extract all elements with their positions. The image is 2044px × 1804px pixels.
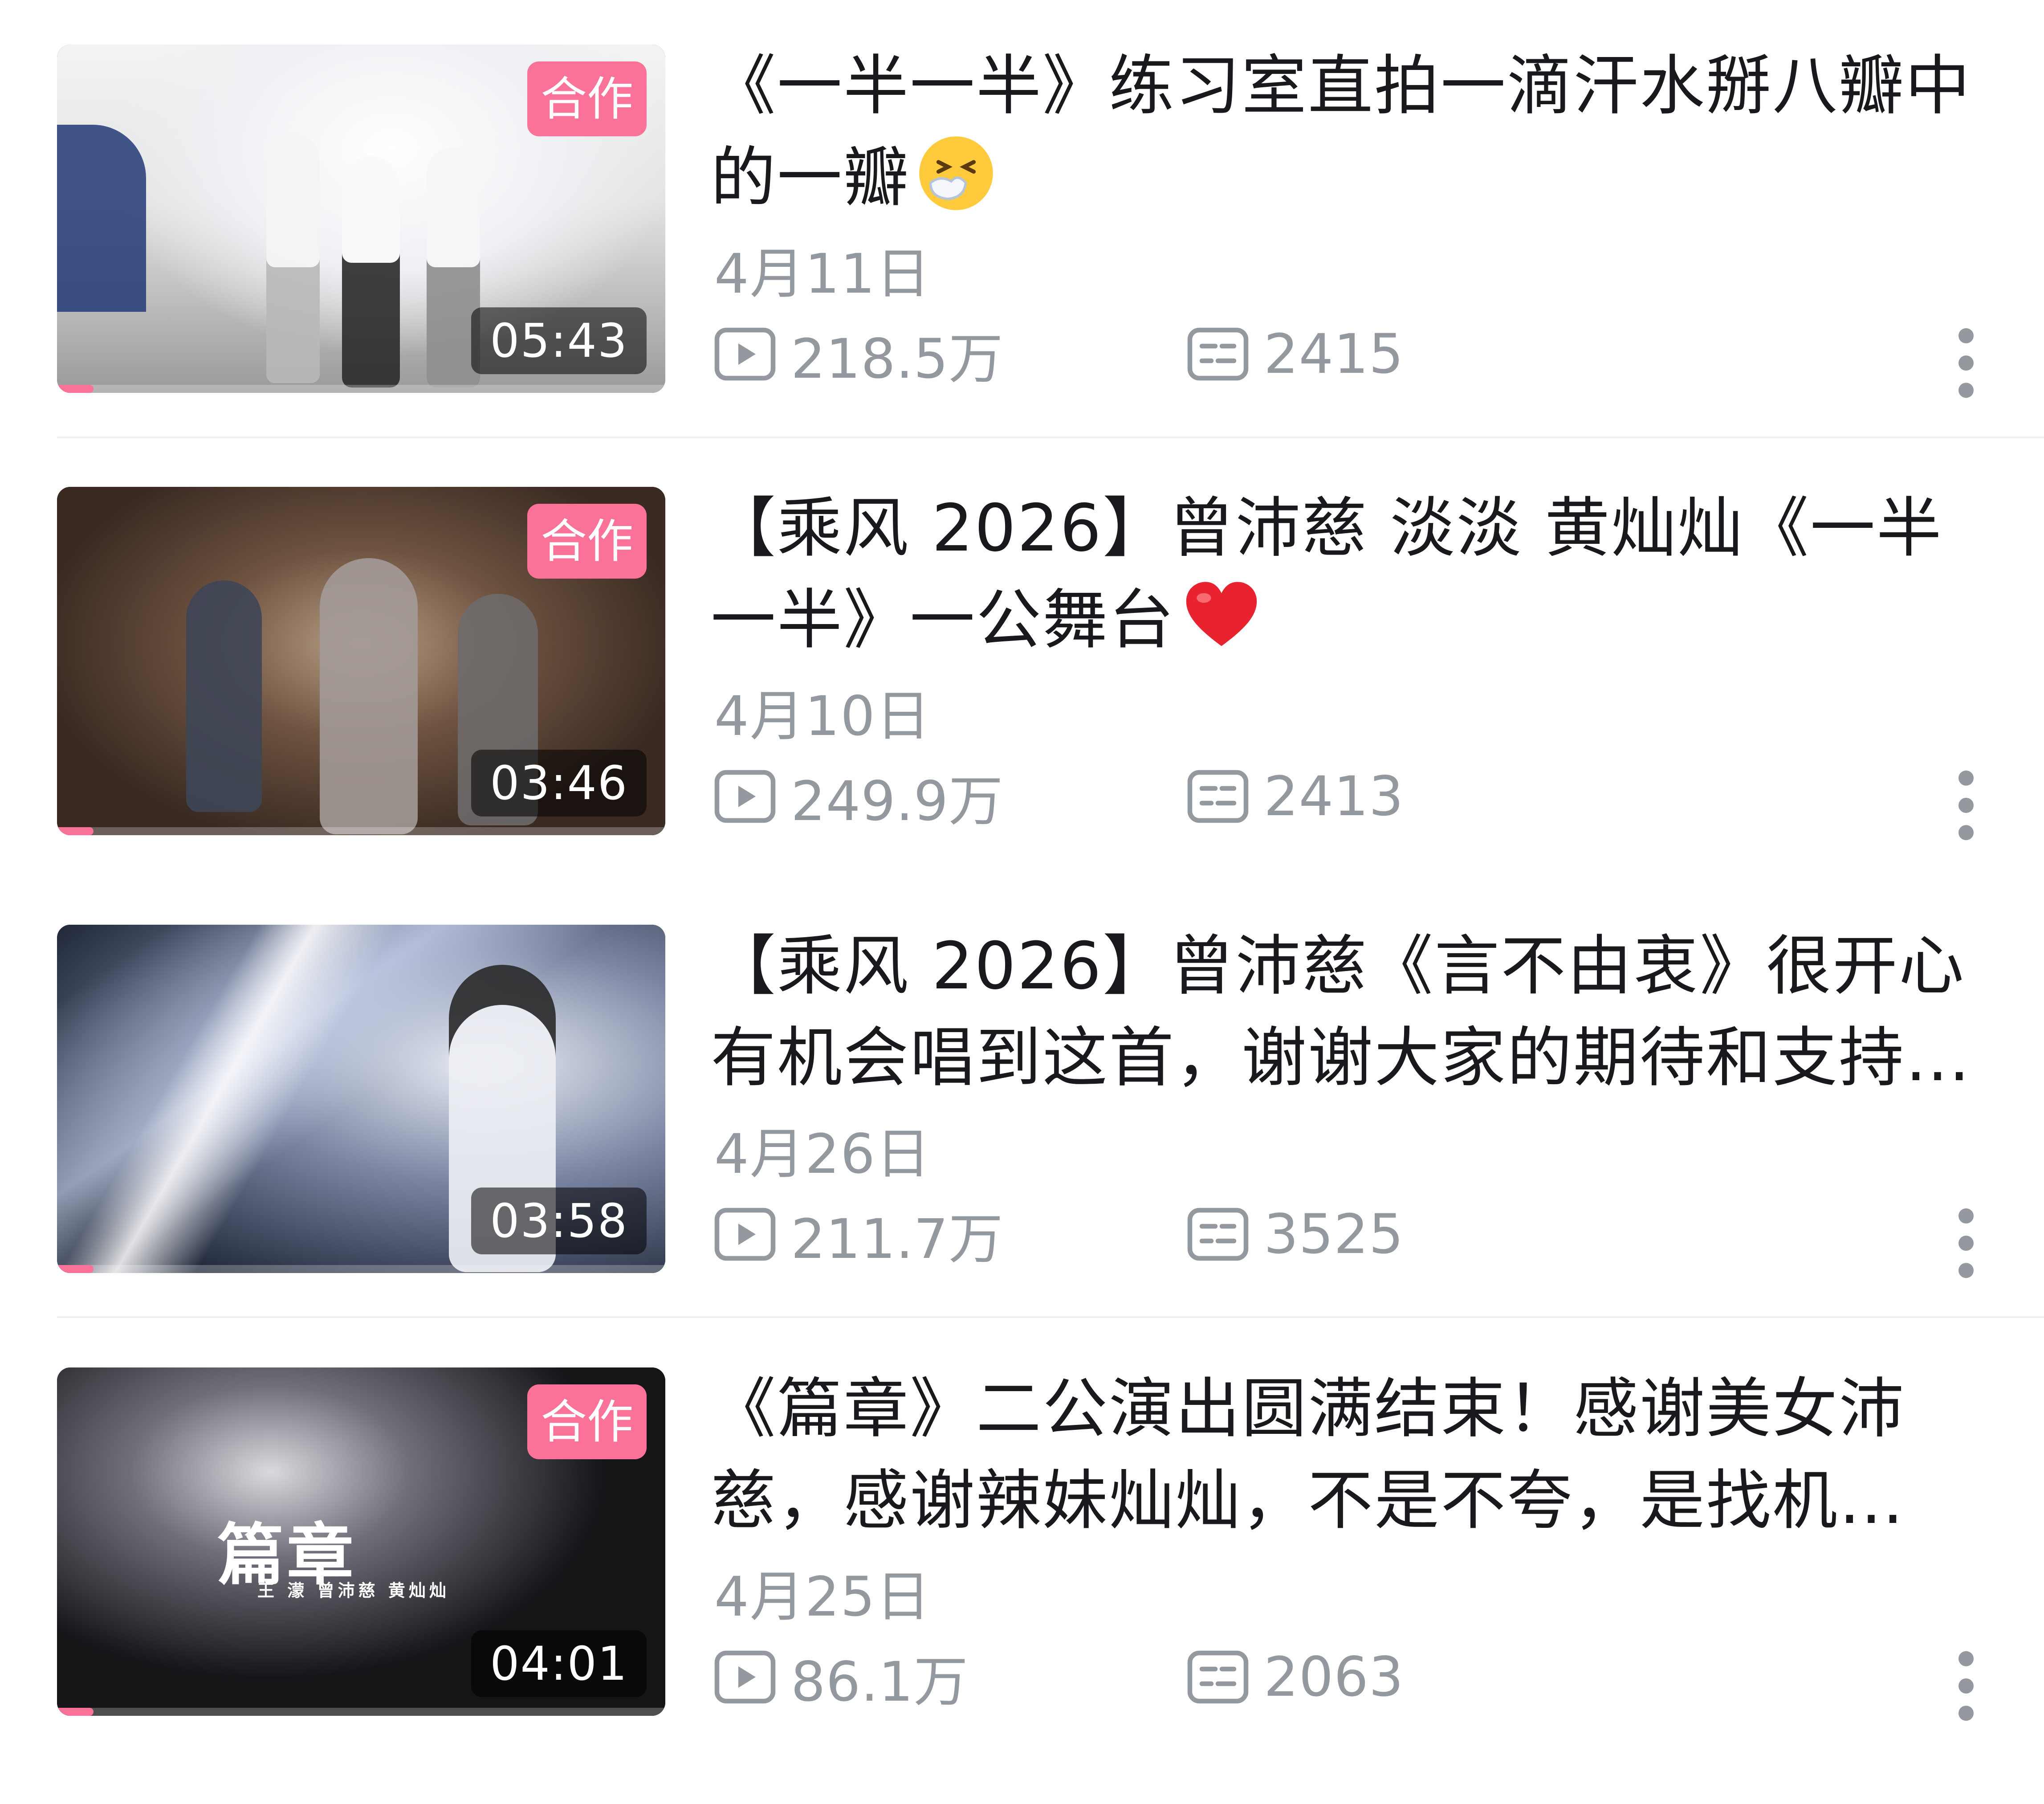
upload-date: 4月10日 — [714, 685, 931, 748]
watch-progress-bar — [57, 827, 665, 835]
performer-figure — [342, 156, 400, 388]
divider — [57, 437, 2044, 438]
upload-date: 4月11日 — [714, 242, 931, 306]
upload-date: 4月25日 — [714, 1565, 931, 1628]
video-title-text: 【乘风 2026】曾沛慈 淡淡 黄灿灿《一半一半》一公舞台 — [711, 490, 1943, 658]
play-icon — [714, 327, 776, 381]
more-vertical-icon[interactable] — [1950, 767, 1982, 843]
performer-figure — [186, 580, 262, 812]
performer-figure — [320, 558, 418, 834]
view-count-text: 249.9万 — [791, 769, 1004, 833]
video-thumbnail[interactable]: 篇章 王 濛 曾沛慈 黄灿灿 合作 04:01 — [57, 1367, 665, 1716]
danmaku-count: 2063 — [1185, 1644, 1404, 1710]
set-wall-decoration — [57, 125, 146, 312]
video-item[interactable]: 合作 03:46 【乘风 2026】曾沛慈 淡淡 黄灿灿《一半一半》一公舞台 4… — [0, 482, 2044, 923]
video-item[interactable]: 03:58 【乘风 2026】曾沛慈《言不由衷》很开心有机会唱到这首，谢谢大家的… — [0, 920, 2044, 1361]
play-icon — [714, 770, 776, 823]
red-heart-emoji — [1186, 582, 1257, 646]
duration-label: 03:58 — [471, 1188, 647, 1254]
danmaku-count-text: 2413 — [1264, 765, 1404, 828]
danmaku-icon — [1187, 770, 1249, 823]
watch-progress-bar — [57, 1265, 665, 1273]
watch-progress-fill — [57, 827, 94, 835]
watch-progress-fill — [57, 385, 94, 393]
duration-label: 05:43 — [471, 307, 647, 374]
duration-label: 04:01 — [471, 1630, 647, 1697]
video-title[interactable]: 《篇章》二公演出圆满结束！感谢美女沛慈，感谢辣妹灿灿，不是不夸，是找机… — [711, 1363, 1980, 1547]
danmaku-icon — [1187, 327, 1249, 381]
video-thumbnail[interactable]: 合作 03:46 — [57, 487, 665, 835]
danmaku-count-text: 2063 — [1264, 1645, 1404, 1709]
divider — [57, 1316, 2044, 1318]
video-title-text: 《一半一半》练习室直拍一滴汗水掰八瓣中的一瓣 — [711, 48, 1971, 216]
view-count-text: 211.7万 — [791, 1207, 1004, 1271]
danmaku-count: 3525 — [1185, 1201, 1404, 1268]
play-icon — [714, 1208, 776, 1261]
sneezing-face-emoji — [919, 136, 993, 210]
duration-label: 03:46 — [471, 750, 647, 816]
watch-progress-bar — [57, 1708, 665, 1716]
view-count-text: 218.5万 — [791, 327, 1004, 391]
danmaku-count-text: 3525 — [1264, 1203, 1404, 1266]
view-count: 86.1万 — [712, 1644, 969, 1714]
watch-progress-fill — [57, 1265, 94, 1273]
video-title-text: 【乘风 2026】曾沛慈《言不由衷》很开心有机会唱到这首，谢谢大家的期待和支持… — [711, 928, 1971, 1096]
video-title-text: 《篇章》二公演出圆满结束！感谢美女沛慈，感谢辣妹灿灿，不是不夸，是找机… — [711, 1371, 1905, 1539]
poster-names: 王 濛 曾沛慈 黄灿灿 — [257, 1581, 450, 1600]
video-thumbnail[interactable]: 合作 05:43 — [57, 45, 665, 393]
collab-badge: 合作 — [527, 1384, 647, 1459]
watch-progress-fill — [57, 1708, 94, 1716]
danmaku-icon — [1187, 1650, 1249, 1704]
danmaku-count: 2413 — [1185, 763, 1404, 830]
view-count: 211.7万 — [712, 1201, 1003, 1271]
upload-date: 4月26日 — [714, 1122, 931, 1186]
video-title[interactable]: 【乘风 2026】曾沛慈《言不由衷》很开心有机会唱到这首，谢谢大家的期待和支持… — [711, 920, 1980, 1104]
view-count-text: 86.1万 — [791, 1650, 969, 1714]
view-count: 249.9万 — [712, 763, 1003, 833]
danmaku-count: 2415 — [1185, 321, 1404, 388]
video-thumbnail[interactable]: 03:58 — [57, 925, 665, 1273]
more-vertical-icon[interactable] — [1950, 325, 1982, 401]
video-title[interactable]: 【乘风 2026】曾沛慈 淡淡 黄灿灿《一半一半》一公舞台 — [711, 482, 1980, 666]
video-item[interactable]: 篇章 王 濛 曾沛慈 黄灿灿 合作 04:01 《篇章》二公演出圆满结束！感谢美… — [0, 1363, 2044, 1804]
video-title[interactable]: 《一半一半》练习室直拍一滴汗水掰八瓣中的一瓣 — [711, 40, 1980, 224]
watch-progress-bar — [57, 385, 665, 393]
collab-badge: 合作 — [527, 504, 647, 579]
danmaku-icon — [1187, 1208, 1249, 1261]
view-count: 218.5万 — [712, 321, 1003, 391]
collab-badge: 合作 — [527, 61, 647, 136]
video-list: 合作 05:43 《一半一半》练习室直拍一滴汗水掰八瓣中的一瓣 4月11日 21… — [0, 0, 2044, 1752]
more-vertical-icon[interactable] — [1950, 1205, 1982, 1281]
video-item[interactable]: 合作 05:43 《一半一半》练习室直拍一滴汗水掰八瓣中的一瓣 4月11日 21… — [0, 40, 2044, 481]
play-icon — [714, 1650, 776, 1704]
more-vertical-icon[interactable] — [1950, 1648, 1982, 1724]
danmaku-count-text: 2415 — [1264, 322, 1404, 386]
performer-figure — [266, 134, 320, 383]
